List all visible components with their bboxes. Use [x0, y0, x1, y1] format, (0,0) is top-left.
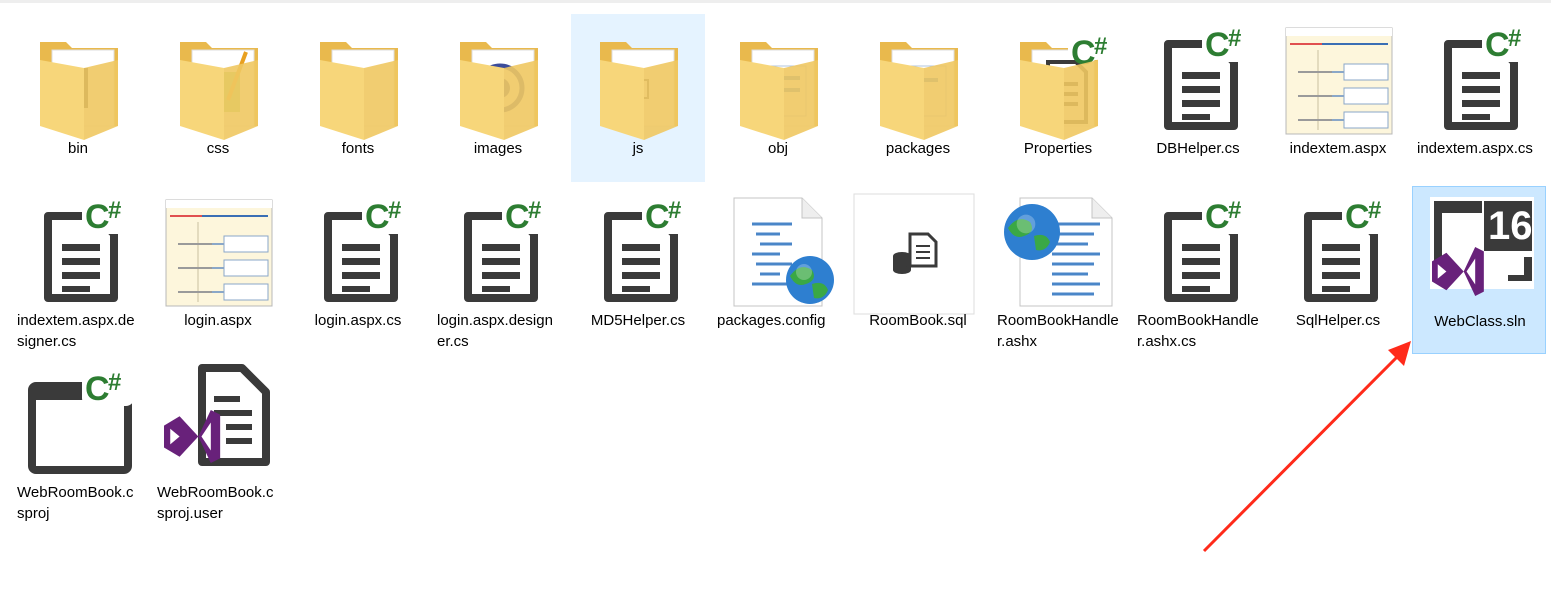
folder-fonts-icon: e: [302, 22, 414, 140]
svg-text:C: C: [1205, 26, 1230, 64]
svg-text:#: #: [108, 369, 121, 396]
file-name-label: css: [206, 140, 230, 157]
file-item[interactable]: C # DBHelper.cs: [1131, 14, 1265, 182]
file-name-label: login.aspx.cs: [314, 312, 402, 329]
folder-css-icon: [162, 22, 274, 140]
csharp-file-icon: C #: [1142, 22, 1254, 134]
svg-text:C: C: [85, 198, 110, 236]
file-item[interactable]: C # login.aspx.cs: [291, 186, 425, 354]
file-name-label: WebRoomBook.csproj.user: [157, 484, 274, 522]
csharp-file-icon: C #: [302, 194, 414, 306]
file-name-label: js: [632, 140, 644, 157]
file-name-label: WebClass.sln: [1434, 313, 1526, 330]
vs-user-file-icon: [162, 364, 274, 478]
file-name-label: SqlHelper.cs: [1295, 312, 1381, 329]
config-globe-icon: [722, 194, 834, 307]
svg-text:C: C: [645, 198, 670, 236]
file-name-label: indextem.aspx.designer.cs: [17, 312, 135, 350]
file-item[interactable]: C # RoomBookHandler.ashx.cs: [1131, 186, 1265, 354]
file-item[interactable]: C # indextem.aspx.cs: [1411, 14, 1545, 182]
svg-text:#: #: [108, 197, 121, 224]
svg-text:C: C: [1345, 198, 1370, 236]
file-item[interactable]: WebRoomBook.csproj.user: [151, 358, 285, 526]
csharp-file-icon: C #: [1282, 194, 1394, 306]
vs-solution-icon: 16: [1424, 195, 1536, 307]
file-name-label: login.aspx: [184, 312, 252, 329]
aspx-page-icon: [1282, 22, 1394, 135]
file-item[interactable]: bin: [11, 14, 145, 182]
csharp-file-icon: C #: [1142, 194, 1254, 306]
folder-packages-icon: [862, 22, 974, 140]
svg-text:#: #: [1508, 25, 1521, 52]
file-name-label: DBHelper.cs: [1156, 140, 1240, 157]
svg-text:#: #: [388, 197, 401, 224]
file-name-label: bin: [67, 140, 89, 157]
folder-obj-icon: [722, 22, 834, 140]
svg-text:C: C: [1205, 198, 1230, 236]
folder-properties-icon: C #: [1002, 22, 1114, 140]
sql-file-icon: [853, 193, 975, 315]
file-item[interactable]: C # Properties: [991, 14, 1125, 182]
folder-js-icon: [582, 22, 694, 140]
file-item[interactable]: indextem.aspx: [1271, 14, 1405, 182]
csharp-file-icon: C #: [22, 194, 134, 306]
file-name-label: RoomBookHandler.ashx: [997, 312, 1119, 350]
file-item[interactable]: C # login.aspx.designer.cs: [431, 186, 565, 354]
file-name-label: packages: [885, 140, 951, 157]
aspx-page-icon: [162, 194, 274, 307]
csharp-project-icon: C #: [22, 366, 134, 478]
file-item[interactable]: css: [151, 14, 285, 182]
file-item[interactable]: packages.config: [711, 186, 845, 354]
ashx-globe-icon: [1002, 194, 1114, 307]
file-item[interactable]: C # indextem.aspx.designer.cs: [11, 186, 145, 354]
svg-text:#: #: [1228, 197, 1241, 224]
svg-text:#: #: [1228, 25, 1241, 52]
file-name-label: Properties: [1023, 140, 1093, 157]
csharp-file-icon: C #: [442, 194, 554, 306]
file-name-label: indextem.aspx: [1289, 140, 1387, 157]
file-name-label: images: [473, 140, 523, 157]
svg-text:16: 16: [1488, 204, 1533, 248]
file-item[interactable]: C # MD5Helper.cs: [571, 186, 705, 354]
file-item[interactable]: RoomBookHandler.ashx: [991, 186, 1125, 354]
top-divider: [0, 0, 1551, 3]
file-item[interactable]: e fonts: [291, 14, 425, 182]
svg-text:C: C: [1485, 26, 1510, 64]
svg-text:C: C: [505, 198, 530, 236]
svg-text:#: #: [528, 197, 541, 224]
file-name-label: obj: [767, 140, 789, 157]
svg-text:#: #: [1368, 197, 1381, 224]
folder-bin-icon: [22, 22, 134, 140]
file-name-label: RoomBookHandler.ashx.cs: [1137, 312, 1259, 350]
file-name-label: MD5Helper.cs: [590, 312, 686, 329]
file-name-label: packages.config: [717, 312, 826, 329]
file-item[interactable]: RoomBook.sql: [851, 186, 985, 354]
file-item[interactable]: js: [571, 14, 705, 182]
folder-images-icon: [442, 22, 554, 140]
file-item[interactable]: images: [431, 14, 565, 182]
svg-text:C: C: [365, 198, 390, 236]
svg-text:#: #: [668, 197, 681, 224]
file-item[interactable]: 16 WebClass.sln: [1412, 186, 1546, 354]
file-item[interactable]: C # WebRoomBook.csproj: [11, 358, 145, 526]
file-item[interactable]: packages: [851, 14, 985, 182]
csharp-file-icon: C #: [582, 194, 694, 306]
file-name-label: WebRoomBook.csproj: [17, 484, 134, 522]
csharp-file-icon: C #: [1422, 22, 1534, 134]
file-name-label: RoomBook.sql: [869, 312, 967, 329]
file-name-label: fonts: [341, 140, 375, 157]
file-name-label: indextem.aspx.cs: [1417, 140, 1533, 157]
file-item[interactable]: obj: [711, 14, 845, 182]
svg-text:C: C: [85, 370, 110, 408]
file-name-label: login.aspx.designer.cs: [437, 312, 553, 350]
file-item[interactable]: C # SqlHelper.cs: [1271, 186, 1405, 354]
svg-text:#: #: [1094, 33, 1107, 60]
file-item[interactable]: login.aspx: [151, 186, 285, 354]
